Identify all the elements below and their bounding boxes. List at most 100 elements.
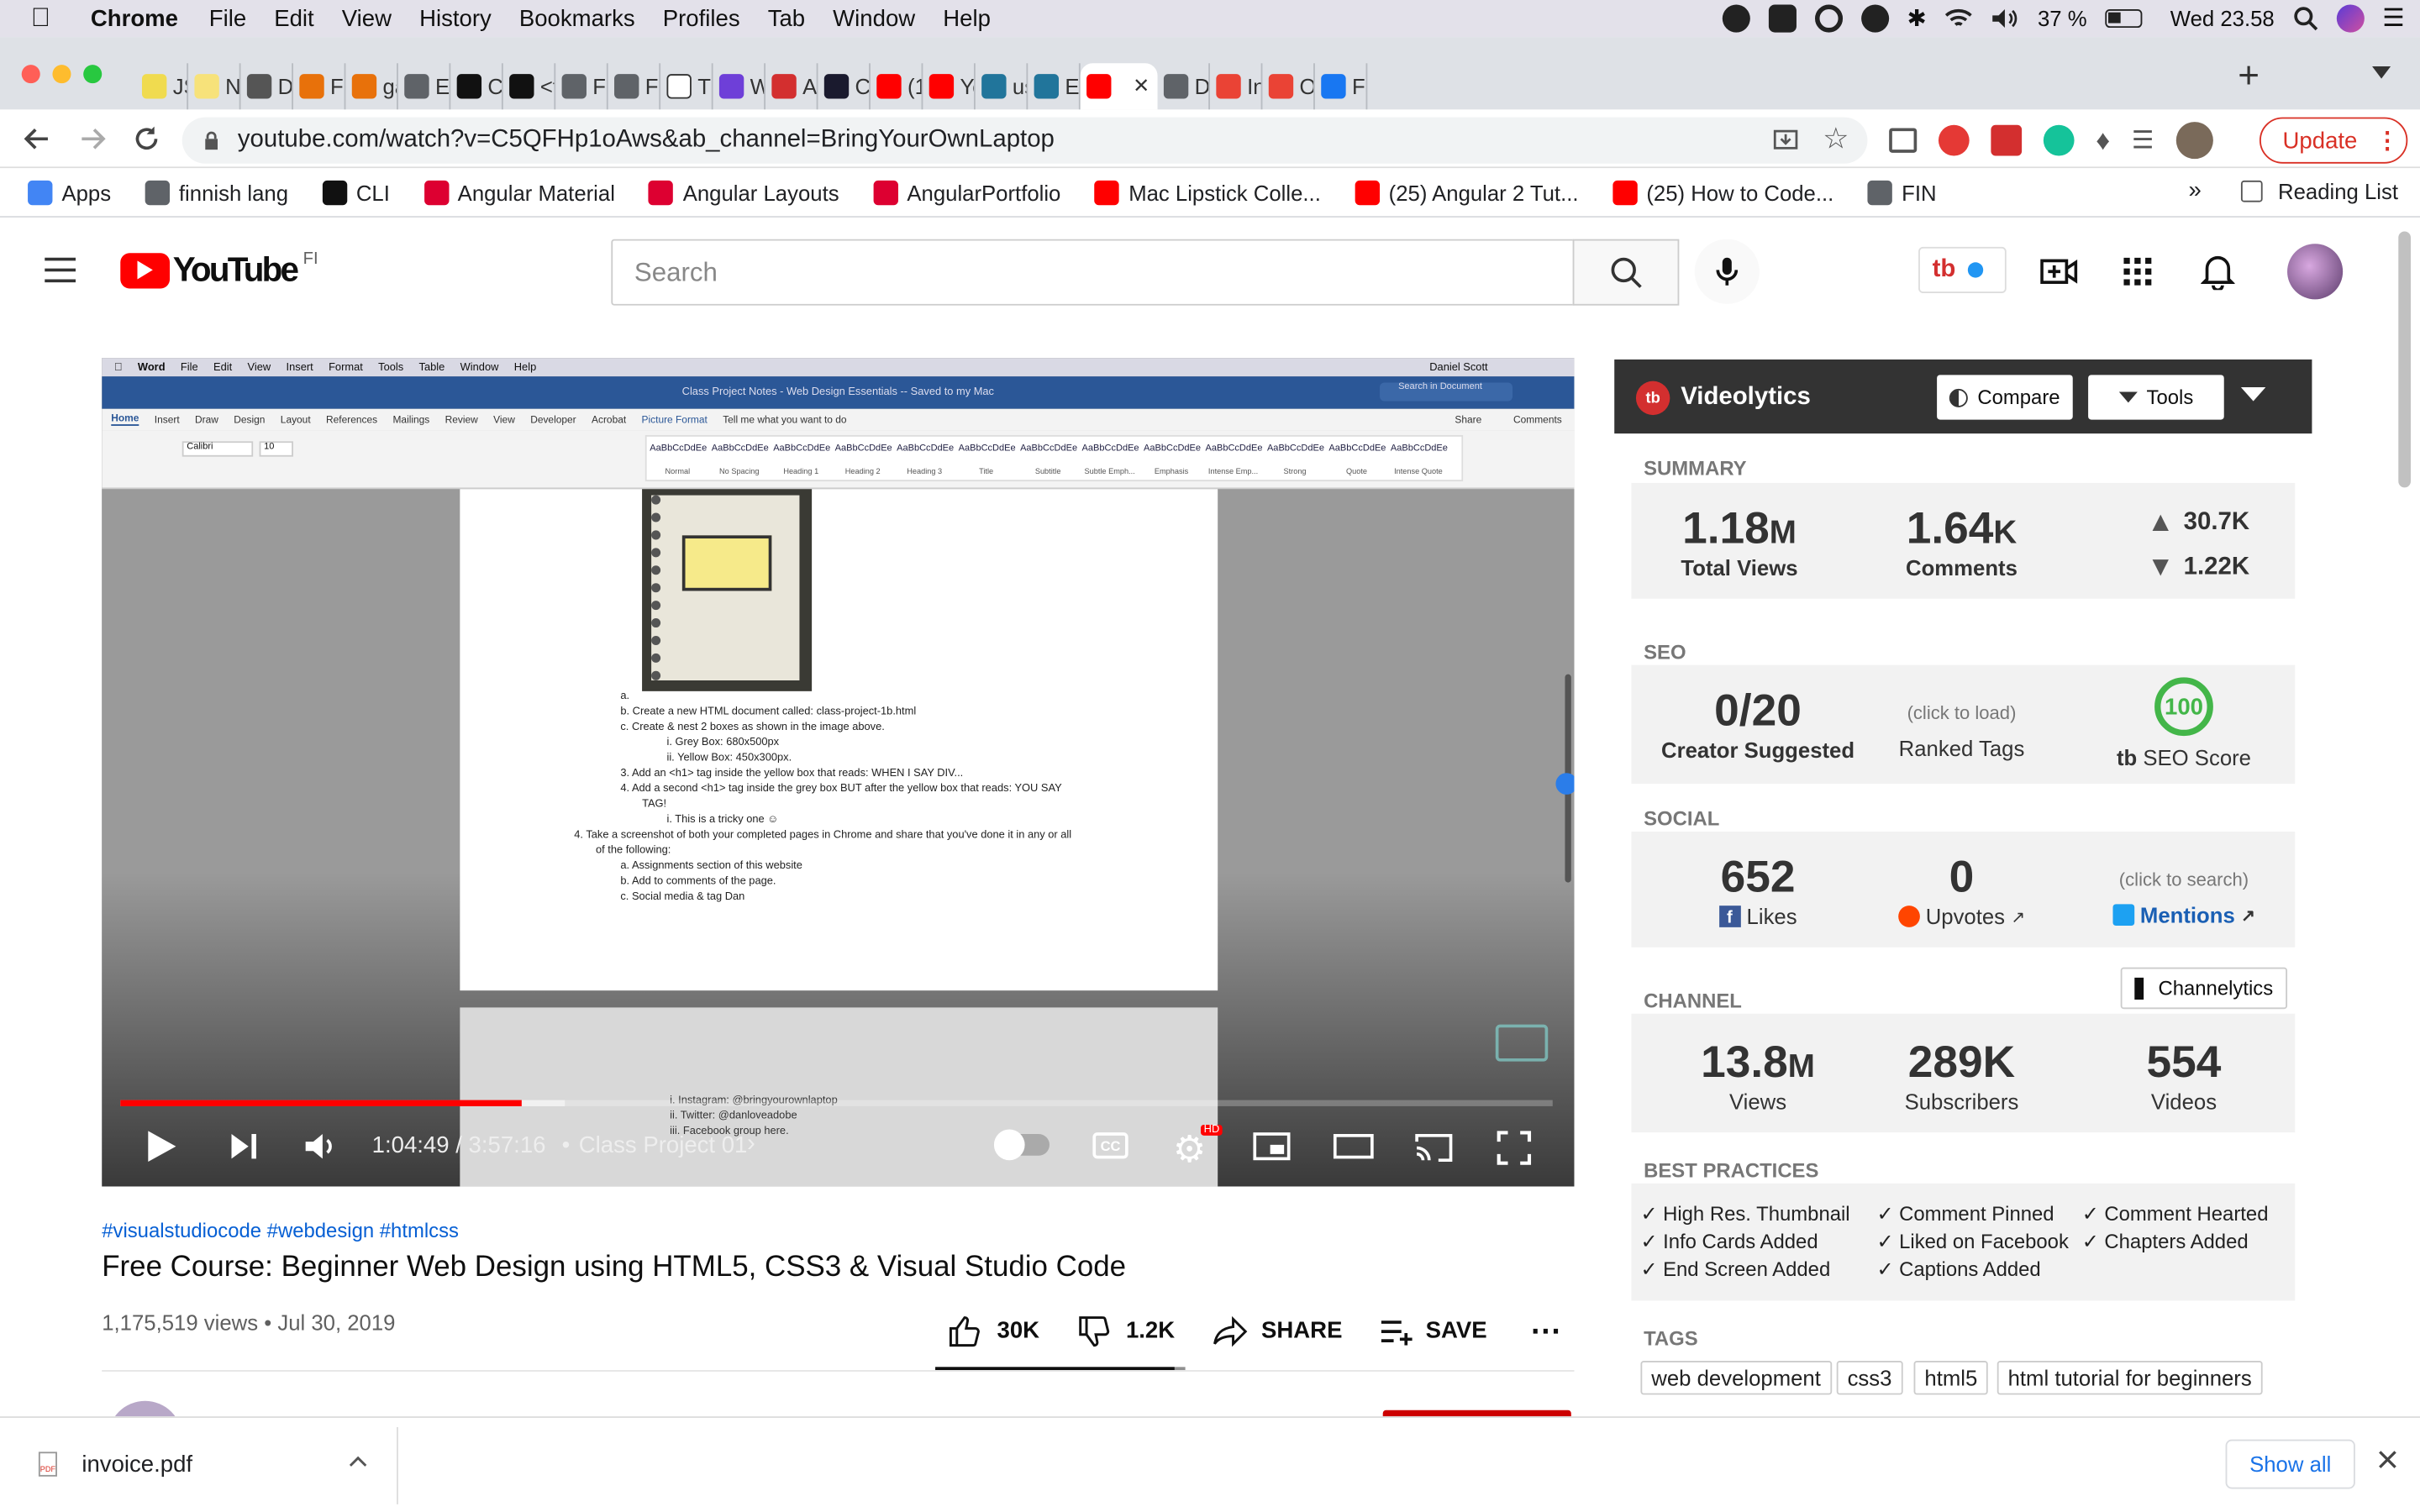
browser-tab[interactable]: Fa	[1315, 63, 1368, 110]
play-button[interactable]	[145, 1128, 179, 1165]
tag-chip[interactable]: web development	[1640, 1361, 1832, 1395]
next-button[interactable]	[229, 1131, 260, 1162]
menubar-item-file[interactable]: File	[209, 5, 246, 31]
mentions-stat[interactable]: (click to search) Mentions ↗	[2088, 869, 2280, 927]
browser-tab[interactable]: Op	[1262, 63, 1315, 110]
ranked-tags-stat[interactable]: (click to load) Ranked Tags	[1869, 702, 2054, 761]
browser-tab[interactable]: No	[188, 63, 241, 110]
menubar-item-tab[interactable]: Tab	[768, 5, 805, 31]
reading-list-icon[interactable]	[2240, 180, 2263, 202]
back-button[interactable]	[22, 123, 53, 155]
browser-tab[interactable]: Inl	[1210, 63, 1263, 110]
url-text[interactable]: youtube.com/watch?v=C5QFHp1oAws&ab_chann…	[238, 127, 1055, 155]
video-hashtags[interactable]: #visualstudiocode #webdesign #htmlcss	[102, 1219, 1574, 1242]
bluetooth-icon[interactable]: ✱	[1907, 5, 1927, 32]
skype-icon[interactable]	[1860, 4, 1889, 33]
new-tab-button[interactable]: +	[2238, 55, 2260, 98]
browser-tab[interactable]: Ap	[765, 63, 818, 110]
bookmark-item[interactable]: AngularPortfolio	[872, 179, 1060, 205]
battery-icon[interactable]	[2105, 9, 2143, 29]
status-app-icon[interactable]	[1722, 4, 1750, 33]
reddit-upvotes-row[interactable]: Upvotes ↗	[1869, 904, 2054, 929]
forward-button[interactable]	[77, 123, 108, 155]
tubebuddy-extension-icon[interactable]	[1991, 124, 2023, 156]
spotlight-icon[interactable]	[2293, 6, 2317, 31]
notifications-bell-icon[interactable]	[2201, 253, 2235, 291]
update-button[interactable]: Update ⋮	[2259, 117, 2408, 164]
browser-tab[interactable]: us	[976, 63, 1028, 110]
adblock-extension-icon[interactable]	[1938, 124, 1970, 156]
save-button[interactable]: SAVE	[1380, 1317, 1487, 1345]
search-button[interactable]	[1572, 239, 1680, 306]
youtube-search-input[interactable]: Search	[611, 239, 1575, 306]
cast-extension-icon[interactable]	[1889, 128, 1918, 153]
status-app-icon[interactable]	[1768, 4, 1797, 33]
video-player[interactable]:  Word File Edit View Insert Format Tool…	[102, 358, 1575, 1187]
tab-search-icon[interactable]	[2370, 65, 2392, 80]
create-video-icon[interactable]	[2040, 256, 2078, 287]
bookmark-star-icon[interactable]: ☆	[1823, 122, 1849, 157]
show-all-button[interactable]: Show all	[2225, 1439, 2355, 1489]
address-bar[interactable]: youtube.com/watch?v=C5QFHp1oAws&ab_chann…	[182, 117, 1868, 164]
tools-button[interactable]: Tools	[2088, 375, 2224, 420]
menubar-item-view[interactable]: View	[342, 5, 392, 31]
tag-chip[interactable]: html5	[1913, 1361, 1989, 1395]
more-bookmarks-icon[interactable]: »	[2188, 177, 2201, 203]
channelytics-button[interactable]: ▋ Channelytics	[2120, 967, 2288, 1010]
browser-tab[interactable]: DT	[241, 63, 293, 110]
browser-tab[interactable]: Fu	[555, 63, 608, 110]
control-center-icon[interactable]: ☰	[2382, 3, 2404, 34]
browser-tab[interactable]: Cr	[818, 63, 871, 110]
zoom-window-button[interactable]	[83, 64, 103, 83]
browser-tab[interactable]: W	[713, 63, 766, 110]
browser-tab[interactable]: CS	[450, 63, 503, 110]
page-scrollbar[interactable]	[2398, 231, 2411, 488]
reload-button[interactable]	[131, 123, 162, 155]
account-avatar[interactable]	[2287, 244, 2344, 300]
chapter-chevron-icon[interactable]: ›	[747, 1131, 755, 1158]
menubar-item-edit[interactable]: Edit	[274, 5, 313, 31]
extensions-puzzle-icon[interactable]: ♦	[2096, 124, 2110, 157]
menubar-item-history[interactable]: History	[419, 5, 492, 31]
reading-queue-icon[interactable]: ☰	[2132, 125, 2154, 156]
menubar-item-help[interactable]: Help	[943, 5, 991, 31]
apple-icon[interactable]: 	[31, 3, 50, 34]
theater-mode-button[interactable]	[1333, 1134, 1374, 1159]
bookmark-item[interactable]: (25) How to Code...	[1612, 179, 1833, 205]
browser-tab[interactable]: Ex	[398, 63, 451, 110]
bookmark-item[interactable]: Apps	[28, 179, 111, 205]
wifi-icon[interactable]	[1945, 8, 1973, 29]
progress-bar[interactable]	[120, 1100, 1553, 1106]
reading-list-button[interactable]: Reading List	[2278, 179, 2398, 203]
browser-tab[interactable]: Th	[660, 63, 713, 110]
close-tab-icon[interactable]: ✕	[1133, 74, 1150, 98]
browser-tab[interactable]: Fu	[608, 63, 661, 110]
volume-icon[interactable]	[1991, 8, 2019, 29]
bookmark-item[interactable]: Angular Layouts	[649, 179, 839, 205]
browser-tab[interactable]: <t	[503, 63, 556, 110]
creative-cloud-icon[interactable]	[1814, 4, 1843, 33]
bookmark-item[interactable]: (25) Angular 2 Tut...	[1355, 179, 1579, 205]
collapse-panel-icon[interactable]	[2240, 387, 2266, 402]
menubar-item-bookmarks[interactable]: Bookmarks	[519, 5, 635, 31]
cast-button[interactable]	[1413, 1132, 1454, 1163]
menubar-item-profiles[interactable]: Profiles	[663, 5, 740, 31]
browser-tab[interactable]: ✕	[1080, 63, 1158, 110]
install-app-icon[interactable]	[1772, 127, 1800, 155]
captions-button[interactable]: CC	[1092, 1132, 1128, 1159]
bookmark-item[interactable]: finnish lang	[145, 179, 288, 205]
menubar-app-name[interactable]: Chrome	[91, 5, 178, 31]
bookmark-item[interactable]: FIN	[1867, 179, 1937, 205]
browser-tab[interactable]: (14	[871, 63, 923, 110]
lock-icon[interactable]	[203, 130, 218, 150]
fullscreen-button[interactable]	[1497, 1131, 1532, 1165]
browser-tab[interactable]: Do	[1158, 63, 1211, 110]
bookmark-item[interactable]: Angular Material	[424, 179, 615, 205]
menubar-item-window[interactable]: Window	[833, 5, 915, 31]
minimize-window-button[interactable]	[52, 64, 71, 83]
browser-tab[interactable]: FS	[293, 63, 346, 110]
browser-tab[interactable]: Yo	[923, 63, 976, 110]
download-file-name[interactable]: invoice.pdf	[82, 1452, 192, 1478]
voice-search-icon[interactable]	[1694, 239, 1760, 304]
grammarly-extension-icon[interactable]	[2043, 124, 2075, 156]
